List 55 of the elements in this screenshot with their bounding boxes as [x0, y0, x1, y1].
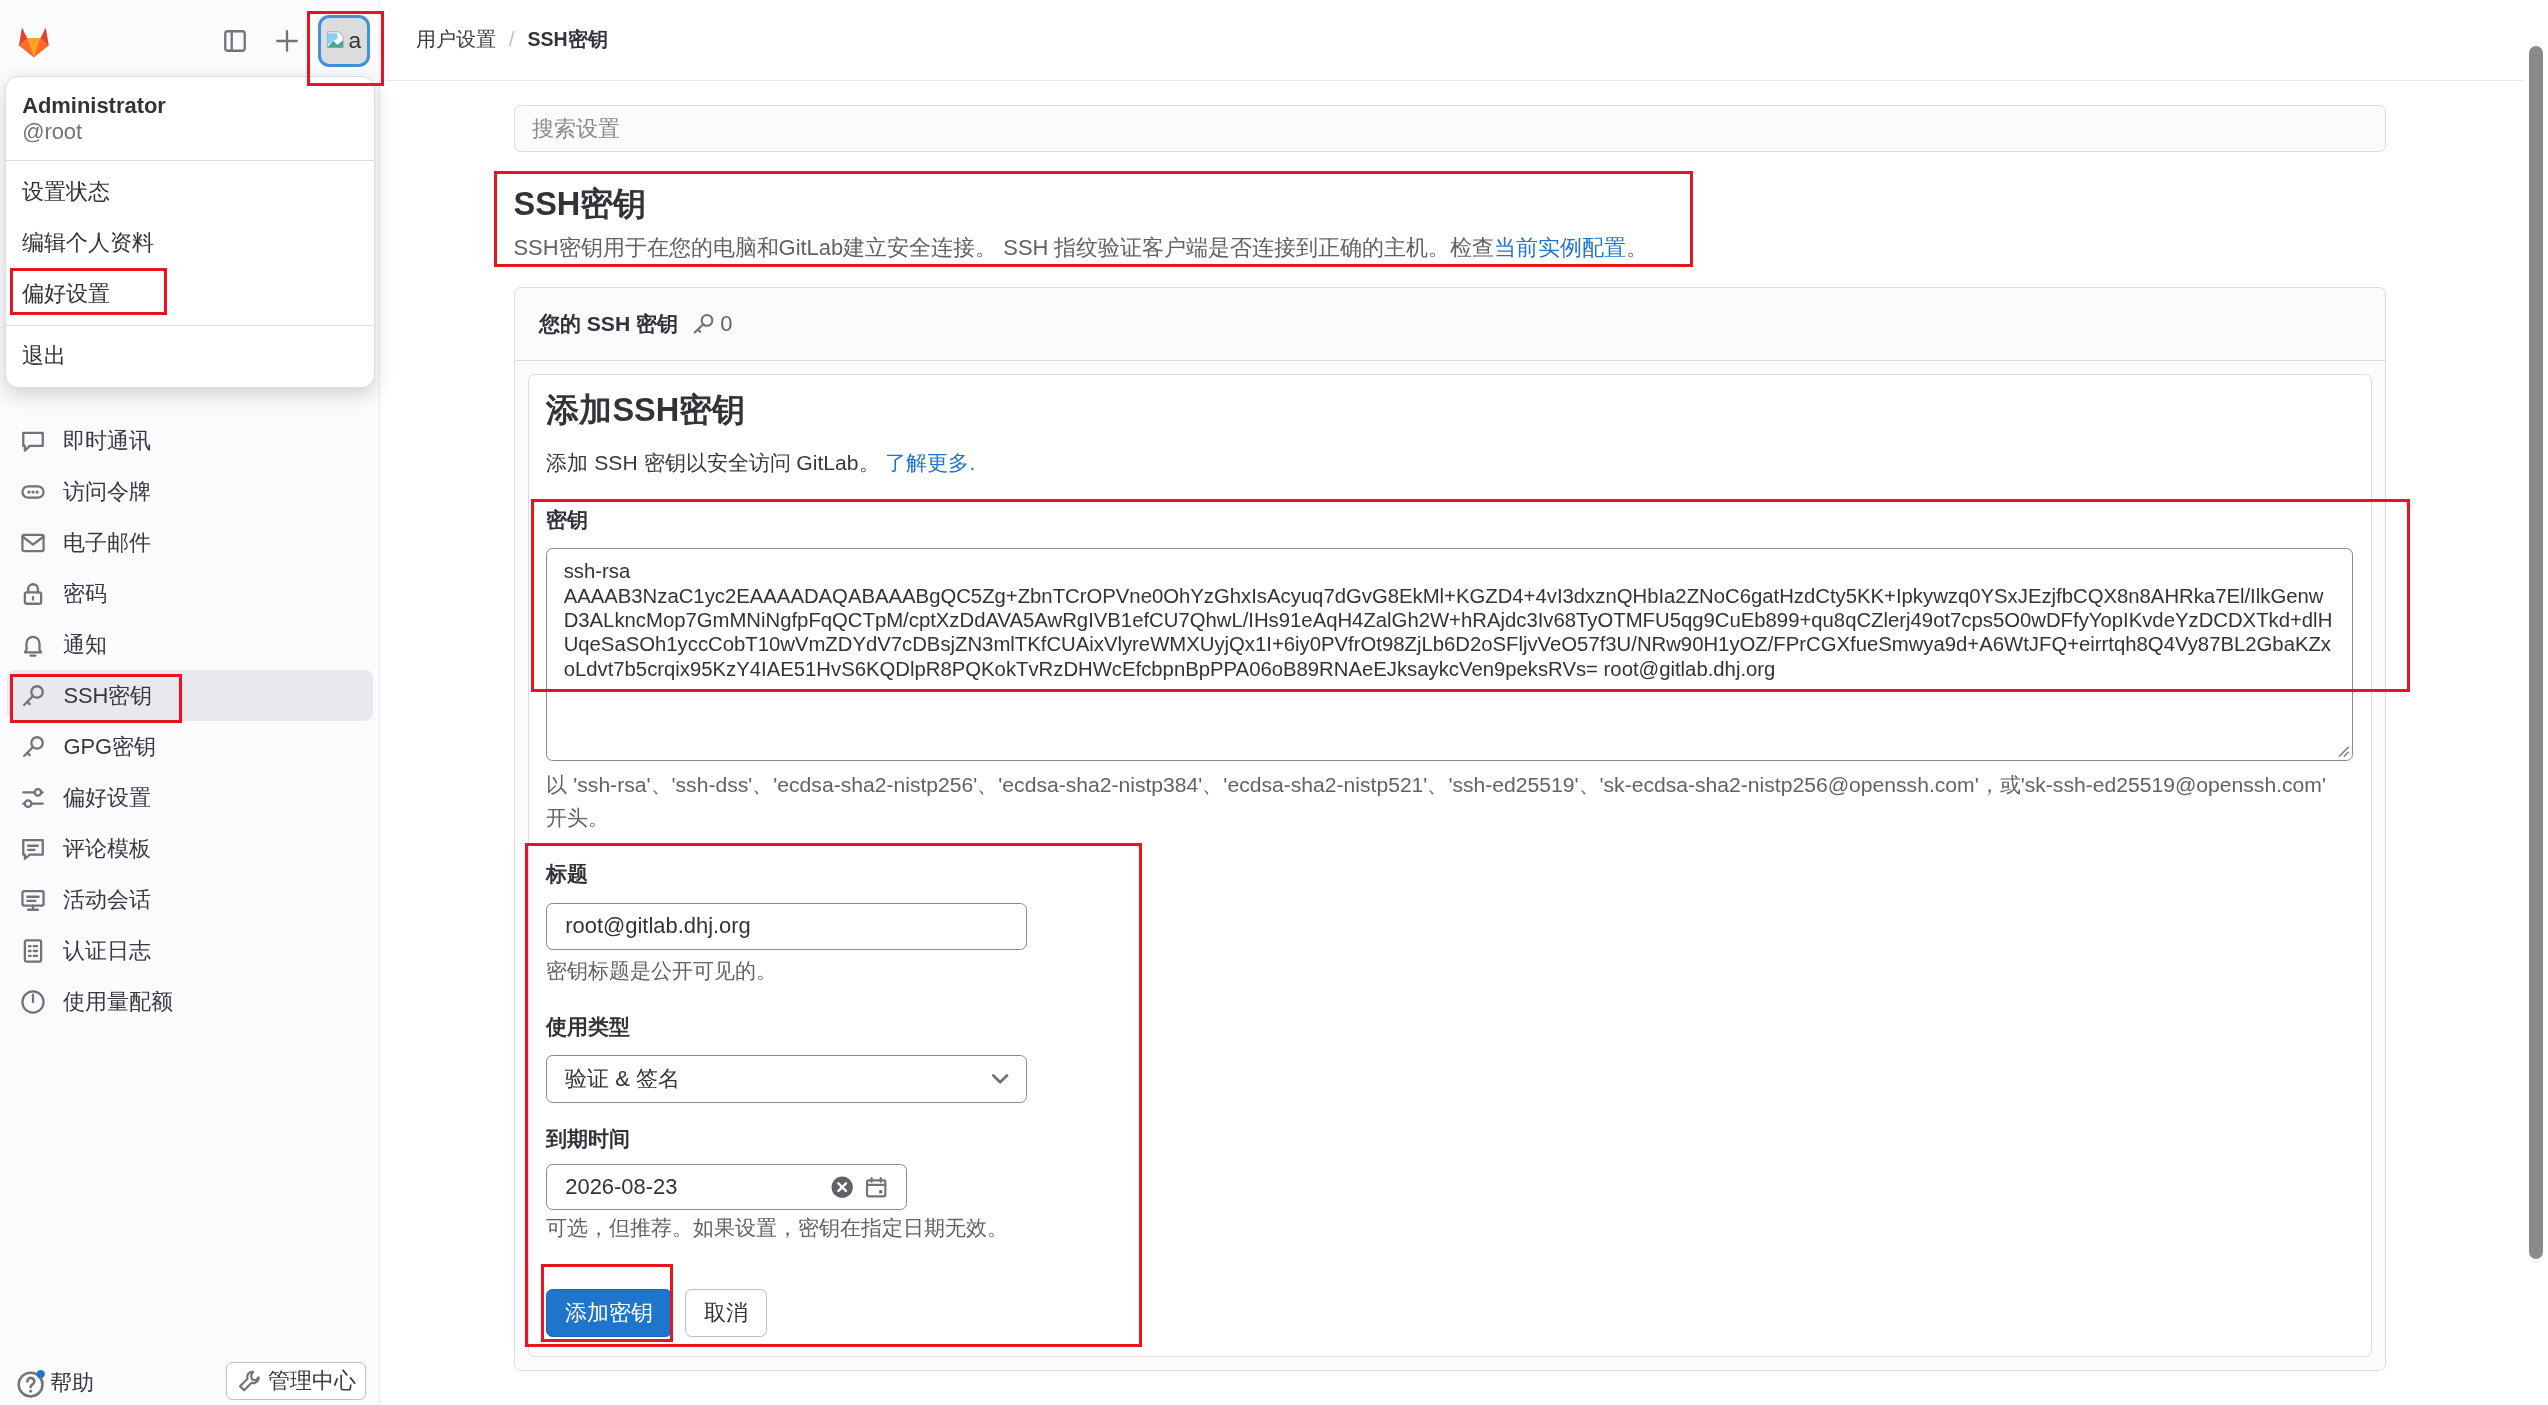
username: @root — [22, 119, 84, 144]
field-label: 标题 — [546, 860, 589, 887]
form-intro: 添加 SSH 密钥以安全访问 GitLab。 了解更多. — [546, 449, 977, 476]
page-title: SSH密钥 — [513, 185, 648, 224]
gauge-icon — [19, 988, 46, 1015]
cancel-button[interactable]: 取消 — [685, 1289, 767, 1337]
usage-type-select[interactable]: 验证 & 签名 — [546, 1055, 1028, 1103]
help-icon — [16, 1368, 46, 1398]
menu-item[interactable]: 设置状态 — [5, 166, 375, 218]
menu-item[interactable]: 编辑个人资料 — [5, 217, 375, 269]
plus-icon — [273, 27, 300, 54]
sidebar-item[interactable]: 访问令牌 — [6, 466, 373, 518]
sidebar-item[interactable]: 通知 — [6, 619, 373, 671]
sidebar-item[interactable]: 评论模板 — [6, 823, 373, 875]
sidebar-item[interactable]: 活动会话 — [6, 874, 373, 926]
key-icon — [691, 311, 716, 336]
avatar-button[interactable]: a — [317, 14, 370, 67]
expiry-date-input[interactable]: 2026-08-23 — [546, 1164, 908, 1210]
calendar-icon — [863, 1174, 889, 1200]
card-title: 您的 SSH 密钥 — [538, 310, 678, 337]
add-key-button[interactable]: 添加密钥 — [546, 1289, 673, 1337]
search-field[interactable]: 搜索设置 — [513, 105, 2386, 153]
panel-icon — [221, 27, 248, 54]
menu-item[interactable]: 偏好设置 — [5, 268, 375, 320]
chevron-down-icon — [992, 1074, 1009, 1084]
user-name: Administrator — [22, 92, 167, 120]
field-help: 可选，但推荐。如果设置，密钥在指定日期无效。 — [546, 1215, 1010, 1241]
learn-more-link[interactable]: 了解更多. — [885, 450, 976, 474]
instance-config-link[interactable]: 当前实例配置 — [1494, 235, 1627, 261]
field-help: 密钥标题是公开可见的。 — [546, 958, 779, 985]
clear-icon — [829, 1174, 855, 1200]
form-title: 添加SSH密钥 — [546, 390, 747, 430]
breadcrumb-separator: / — [509, 28, 515, 52]
sidebar-item[interactable]: 密码 — [6, 568, 373, 620]
breadcrumb-link[interactable]: SSH密钥 — [527, 26, 608, 54]
field-label: 密钥 — [546, 506, 589, 533]
page-description: SSH密钥用于在您的电脑和GitLab建立安全连接。 SSH 指纹验证客户端是否连接到正确的主机。检查当前实例配置。 — [513, 234, 1650, 263]
wrench-icon — [236, 1368, 261, 1394]
sidebar-item[interactable]: 认证日志 — [6, 925, 373, 977]
admin-area-button[interactable]: 管理中心 — [225, 1361, 367, 1401]
sidebar-item[interactable]: 电子邮件 — [6, 517, 373, 569]
help-link[interactable]: 帮助 — [16, 1368, 95, 1399]
key-count: 0 — [720, 310, 733, 337]
field-label: 使用类型 — [546, 1013, 631, 1040]
sidebar-item[interactable]: 使用量配额 — [6, 976, 373, 1028]
title-input[interactable]: root@gitlab.dhj.org — [546, 902, 1028, 950]
sidebar-item[interactable]: GPG密钥 — [6, 721, 373, 773]
key-format-hint: 以 'ssh-rsa'、'ssh-dss'、'ecdsa-sha2-nistp256'、'ecdsa-sha2-nistp384'、'ecdsa-sha2-nistp521'、'ssh-ed25519'、'sk-ecdsa-sha2-nistp256@openssh.com'，或'sk-ssh-ed25519@openssh.com' 开头。 — [546, 772, 2327, 831]
sidebar-item[interactable]: SSH密钥 — [6, 670, 373, 722]
sign-out-item[interactable]: 退出 — [5, 330, 375, 382]
key-textarea[interactable]: ssh-rsa AAAAB3NzaC1yc2EAAAADAQABAAABgQC5Zg+ZbnTCrOPVne0OhYzGhxIsAcyuq7dGvG8EkMl+KGZD4+4vI3dxznQHbIa2ZNoC6gatHzdCty5KK+Ipkywzq0YSxJEzjfbCQX8n8AHRka7El/IlkGenwD3ALkncMop7GmMNiNgfpFqQCTpM/cptXzDdAVA5AwRgIVB1efCU7QhwL/IHs91eAqH4ZalGh2W+hRAjdc3Iv68TyOTMFU5qg9CuEb899+qu8qCZlerj49ot7cps5O0wDFfyYopIKvdeYzDCDXTkd+dlHUqeSaSOh1yccCobT10wVmZDYdV7cDBsjZN3mlTKfCUAixVlyreWMXUyjQx1I+6iy0PVfrOt98ZjLb6D2oSFljvVeO57f3U/NRw90H1yOZ/FPrCGXfueSmwya9d+A6WtJFQ+eirrtqh8Q4Vy87BL2GbaKZxoLdvt7b5crqix95KzY4IAE51HvS6KQDlpR8PQKokTvRzDHWcEfcbpnBpPPA06oB89RNAeEJksaykcVen9peksRVs= root@gitlab.dhj.org — [546, 548, 2353, 762]
field-label: 到期时间 — [546, 1125, 631, 1152]
sidebar-item[interactable]: 偏好设置 — [6, 772, 373, 824]
sidebar-item[interactable]: 即时通讯 — [6, 415, 373, 467]
breadcrumb-link[interactable]: 用户设置 — [416, 26, 496, 54]
